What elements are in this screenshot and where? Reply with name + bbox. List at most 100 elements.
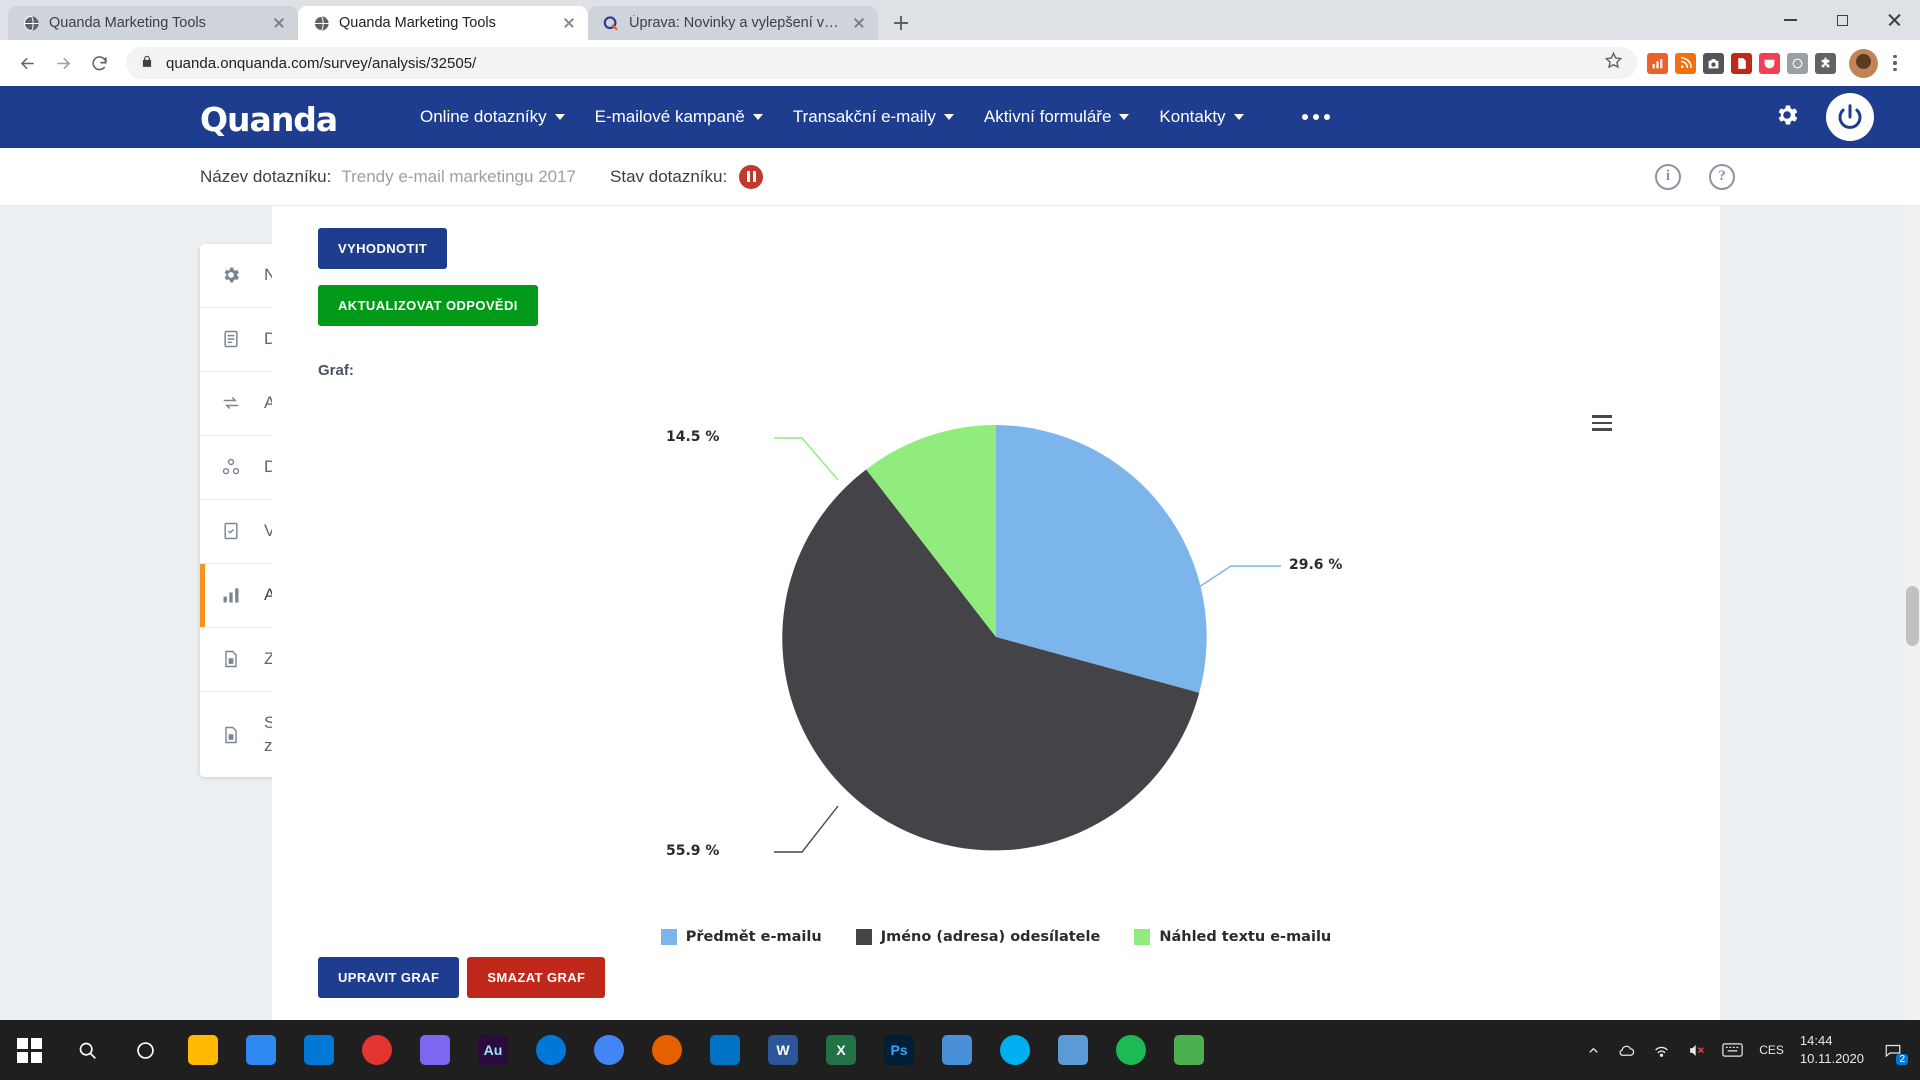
edge-icon bbox=[536, 1035, 566, 1065]
avatar[interactable] bbox=[1849, 48, 1878, 78]
nav-more-icon[interactable] bbox=[1301, 114, 1330, 120]
star-icon[interactable] bbox=[1604, 51, 1623, 75]
rss-extension-icon[interactable] bbox=[1675, 52, 1696, 74]
nav-item-transakcni-emaily[interactable]: Transakční e-maily bbox=[793, 107, 954, 127]
taskbar-app-file-explorer[interactable] bbox=[174, 1020, 232, 1080]
nav-item-emailove-kampane[interactable]: E-mailové kampaně bbox=[595, 107, 763, 127]
taskbar-app-store[interactable] bbox=[232, 1020, 290, 1080]
lock-icon bbox=[140, 54, 154, 73]
address-bar[interactable]: quanda.onquanda.com/survey/analysis/3250… bbox=[126, 47, 1637, 79]
notification-center-button[interactable]: 2 bbox=[1880, 1037, 1908, 1065]
tool-icon bbox=[942, 1035, 972, 1065]
taskbar-search[interactable] bbox=[58, 1020, 116, 1080]
evaluate-button[interactable]: VYHODNOTIT bbox=[318, 228, 448, 269]
taskbar-app-skype[interactable] bbox=[986, 1020, 1044, 1080]
help-icon[interactable]: ? bbox=[1709, 163, 1735, 190]
word-icon: W bbox=[768, 1035, 798, 1065]
back-icon[interactable] bbox=[10, 46, 44, 80]
delete-chart-button[interactable]: SMAZAT GRAF bbox=[467, 957, 606, 998]
pdf-extension-icon[interactable] bbox=[1731, 52, 1752, 74]
circle-icon bbox=[136, 1041, 154, 1059]
close-icon[interactable] bbox=[270, 14, 288, 32]
app-navbar: Quanda Online dotazníky E-mailové kampan… bbox=[0, 86, 1920, 148]
gear-icon[interactable] bbox=[1774, 102, 1800, 133]
survey-state-label: Stav dotazníku: bbox=[610, 166, 728, 186]
page-scrollbar[interactable] bbox=[1905, 206, 1920, 1020]
legend-item-jmeno[interactable]: Jméno (adresa) odesílatele bbox=[855, 929, 1100, 945]
cloud-icon[interactable] bbox=[1617, 1041, 1636, 1060]
tab-strip: Quanda Marketing Tools Quanda Marketing … bbox=[0, 0, 1920, 40]
chevron-down-icon bbox=[1119, 114, 1130, 120]
hamburger-icon[interactable] bbox=[1592, 415, 1612, 431]
taskbar-app-calculator[interactable] bbox=[1160, 1020, 1218, 1080]
survey-name-label: Název dotazníku: bbox=[200, 166, 332, 186]
survey-name-value: Trendy e-mail marketingu 2017 bbox=[341, 166, 577, 186]
main-navigation: Online dotazníky E-mailové kampaně Trans… bbox=[420, 107, 1330, 127]
start-button[interactable] bbox=[0, 1020, 58, 1080]
taskbar-app-tool[interactable] bbox=[928, 1020, 986, 1080]
nav-item-online-dotazniky[interactable]: Online dotazníky bbox=[420, 107, 565, 127]
puzzle-extension-icon[interactable] bbox=[1815, 52, 1836, 74]
skype-icon bbox=[1000, 1035, 1030, 1065]
taskbar-app-firefox[interactable] bbox=[638, 1020, 696, 1080]
taskbar-app-opera[interactable] bbox=[348, 1020, 406, 1080]
forward-icon[interactable] bbox=[46, 46, 80, 80]
legend-item-nahled[interactable]: Náhled textu e-mailu bbox=[1134, 929, 1331, 945]
camera-extension-icon[interactable] bbox=[1703, 52, 1724, 74]
minimize-button[interactable] bbox=[1764, 0, 1816, 40]
extension-icons bbox=[1647, 52, 1840, 74]
taskbar-app-word[interactable]: W bbox=[754, 1020, 812, 1080]
taskbar-app-excel[interactable]: X bbox=[812, 1020, 870, 1080]
clock-date: 10.11.2020 bbox=[1799, 1051, 1864, 1066]
nav-item-kontakty[interactable]: Kontakty bbox=[1159, 107, 1244, 127]
taskbar-app-spotify[interactable] bbox=[1102, 1020, 1160, 1080]
chevron-up-icon[interactable] bbox=[1586, 1043, 1601, 1058]
browser-tab-1[interactable]: Quanda Marketing Tools bbox=[8, 6, 298, 40]
browser-tab-2[interactable]: Quanda Marketing Tools bbox=[298, 6, 588, 40]
legend-item-predmet[interactable]: Předmět e-mailu bbox=[660, 929, 822, 945]
taskbar-app-notes[interactable] bbox=[1044, 1020, 1102, 1080]
adobe-audition-icon: Au bbox=[478, 1035, 508, 1065]
pocket-extension-icon[interactable] bbox=[1759, 52, 1780, 74]
outlook-icon bbox=[710, 1035, 740, 1065]
close-window-button[interactable] bbox=[1868, 0, 1920, 40]
close-icon[interactable] bbox=[850, 14, 868, 32]
taskbar-app-outlook[interactable] bbox=[696, 1020, 754, 1080]
new-tab-button[interactable] bbox=[884, 6, 918, 40]
taskbar-app-audition[interactable]: Au bbox=[464, 1020, 522, 1080]
taskbar-app-edge[interactable] bbox=[522, 1020, 580, 1080]
reload-icon[interactable] bbox=[82, 46, 116, 80]
app-logo[interactable]: Quanda bbox=[200, 100, 338, 139]
url-text: quanda.onquanda.com/survey/analysis/3250… bbox=[166, 54, 477, 72]
taskbar-app-vscode[interactable] bbox=[290, 1020, 348, 1080]
taskbar-app-audio[interactable] bbox=[406, 1020, 464, 1080]
taskbar-app-photoshop[interactable]: Ps bbox=[870, 1020, 928, 1080]
scrollbar-thumb[interactable] bbox=[1906, 586, 1919, 646]
keyboard-icon[interactable] bbox=[1722, 1042, 1743, 1058]
shield-extension-icon[interactable] bbox=[1787, 52, 1808, 74]
windows-icon bbox=[16, 1037, 42, 1063]
chart-extension-icon[interactable] bbox=[1647, 52, 1668, 74]
nav-label: E-mailové kampaně bbox=[594, 107, 745, 126]
chart-section-label: Graf: bbox=[318, 362, 354, 379]
navbar-right bbox=[1774, 93, 1874, 141]
update-answers-button[interactable]: AKTUALIZOVAT ODPOVĚDI bbox=[318, 285, 538, 326]
language-indicator[interactable]: CES bbox=[1759, 1043, 1784, 1057]
chrome-menu-icon[interactable] bbox=[1880, 46, 1910, 80]
refresh-icon bbox=[220, 392, 242, 414]
edit-chart-button[interactable]: UPRAVIT GRAF bbox=[318, 957, 460, 998]
taskbar-app-chrome[interactable] bbox=[580, 1020, 638, 1080]
info-icon[interactable]: i bbox=[1655, 163, 1681, 190]
volume-mute-icon[interactable] bbox=[1687, 1041, 1706, 1060]
wifi-icon[interactable] bbox=[1652, 1041, 1671, 1060]
browser-tab-3[interactable]: Úprava: Novinky a vylepšení v Do bbox=[588, 6, 878, 40]
nav-item-aktivni-formulare[interactable]: Aktivní formuláře bbox=[984, 107, 1130, 127]
maximize-button[interactable] bbox=[1816, 0, 1868, 40]
power-icon[interactable] bbox=[1826, 93, 1874, 141]
clock[interactable]: 14:44 10.11.2020 bbox=[1800, 1032, 1864, 1067]
close-icon[interactable] bbox=[560, 14, 578, 32]
notes-icon bbox=[1058, 1035, 1088, 1065]
pause-icon[interactable] bbox=[739, 164, 764, 189]
globe-icon bbox=[22, 14, 40, 32]
taskbar-cortana[interactable] bbox=[116, 1020, 174, 1080]
